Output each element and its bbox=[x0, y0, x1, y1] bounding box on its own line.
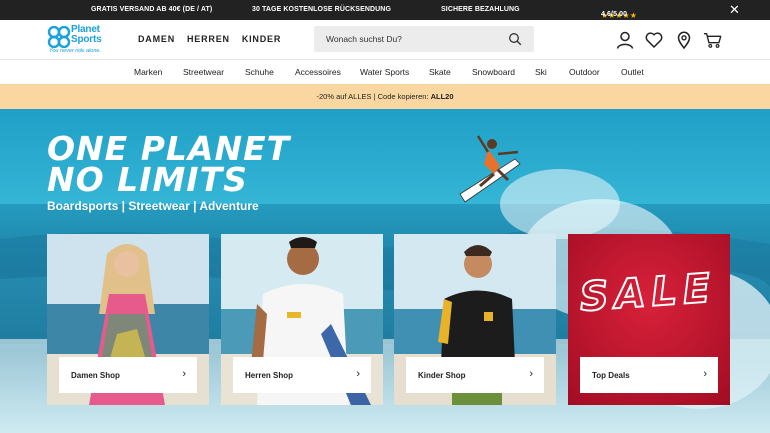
nav-water-sports[interactable]: Water Sports bbox=[360, 67, 409, 77]
promo-code[interactable]: ALL20 bbox=[431, 92, 454, 101]
damen-shop-card[interactable]: Damen Shop › bbox=[47, 234, 209, 405]
top-deals-button[interactable]: Top Deals › bbox=[580, 357, 718, 393]
chevron-right-icon: › bbox=[356, 368, 360, 380]
nav-streetwear[interactable]: Streetwear bbox=[183, 67, 224, 77]
promo-banner[interactable]: -20% auf ALLES | Code kopieren: ALL20 bbox=[0, 84, 770, 109]
chevron-right-icon: › bbox=[529, 368, 533, 380]
nav-ski[interactable]: Ski bbox=[535, 67, 547, 77]
herren-shop-card[interactable]: Herren Shop › bbox=[221, 234, 383, 405]
rating-value: 4.6/5.00 bbox=[601, 11, 628, 18]
free-shipping-text: GRATIS VERSAND AB 40€ (DE / AT) bbox=[91, 6, 213, 13]
hero-banner: ONE PLANET NO LIMITS Boardsports | Stree… bbox=[0, 109, 770, 433]
category-nav: Marken Streetwear Schuhe Accessoires Wat… bbox=[0, 61, 770, 84]
logo-mark-icon bbox=[47, 26, 71, 48]
sale-overlay-text: SALE bbox=[578, 265, 717, 320]
damen-shop-button[interactable]: Damen Shop › bbox=[59, 357, 197, 393]
cart-icon[interactable] bbox=[703, 30, 723, 50]
chevron-right-icon: › bbox=[703, 368, 707, 380]
kinder-shop-card[interactable]: Kinder Shop › bbox=[394, 234, 556, 405]
sale-lettering: SALE bbox=[577, 264, 718, 321]
nav-snowboard[interactable]: Snowboard bbox=[472, 67, 515, 77]
user-icon[interactable] bbox=[615, 30, 635, 50]
hero-subtitle: Boardsports | Streetwear | Adventure bbox=[47, 199, 259, 213]
chevron-right-icon: › bbox=[182, 368, 186, 380]
nav-schuhe[interactable]: Schuhe bbox=[245, 67, 274, 77]
nav-marken[interactable]: Marken bbox=[134, 67, 162, 77]
nav-skate[interactable]: Skate bbox=[429, 67, 451, 77]
search-icon[interactable] bbox=[508, 32, 522, 46]
nav-herren[interactable]: HERREN bbox=[187, 34, 230, 44]
nav-damen[interactable]: DAMEN bbox=[138, 34, 175, 44]
hero-headline: ONE PLANET NO LIMITS bbox=[47, 132, 290, 199]
kinder-shop-label: Kinder Shop bbox=[418, 371, 466, 380]
main-header: Planet Sports You never ride alone. DAME… bbox=[0, 20, 770, 60]
location-pin-icon[interactable] bbox=[674, 30, 694, 50]
herren-shop-label: Herren Shop bbox=[245, 371, 294, 380]
nav-accessoires[interactable]: Accessoires bbox=[295, 67, 341, 77]
sale-card[interactable]: SALE Top Deals › bbox=[568, 234, 730, 405]
kinder-shop-button[interactable]: Kinder Shop › bbox=[406, 357, 544, 393]
heart-icon[interactable] bbox=[644, 30, 664, 50]
nav-outlet[interactable]: Outlet bbox=[621, 67, 644, 77]
search-input[interactable] bbox=[314, 26, 504, 52]
secure-payment-text: SICHERE BEZAHLUNG bbox=[441, 6, 520, 13]
top-info-bar: GRATIS VERSAND AB 40€ (DE / AT) 30 TAGE … bbox=[0, 0, 770, 20]
search-bar bbox=[314, 26, 534, 52]
logo-tagline: You never ride alone. bbox=[49, 48, 101, 54]
gender-nav: DAMEN HERREN KINDER bbox=[138, 34, 281, 44]
close-icon[interactable]: ✕ bbox=[729, 2, 740, 18]
planet-sports-logo[interactable]: Planet Sports You never ride alone. bbox=[47, 25, 117, 57]
hero-title-line-2: NO LIMITS bbox=[47, 160, 248, 199]
nav-kinder[interactable]: KINDER bbox=[242, 34, 281, 44]
free-returns-text: 30 TAGE KOSTENLOSE RÜCKSENDUNG bbox=[252, 6, 391, 13]
logo-line-2: Sports bbox=[71, 34, 102, 45]
top-deals-label: Top Deals bbox=[592, 371, 630, 380]
herren-shop-button[interactable]: Herren Shop › bbox=[233, 357, 371, 393]
nav-outdoor[interactable]: Outdoor bbox=[569, 67, 600, 77]
damen-shop-label: Damen Shop bbox=[71, 371, 120, 380]
promo-text: -20% auf ALLES | Code kopieren: bbox=[316, 92, 431, 101]
